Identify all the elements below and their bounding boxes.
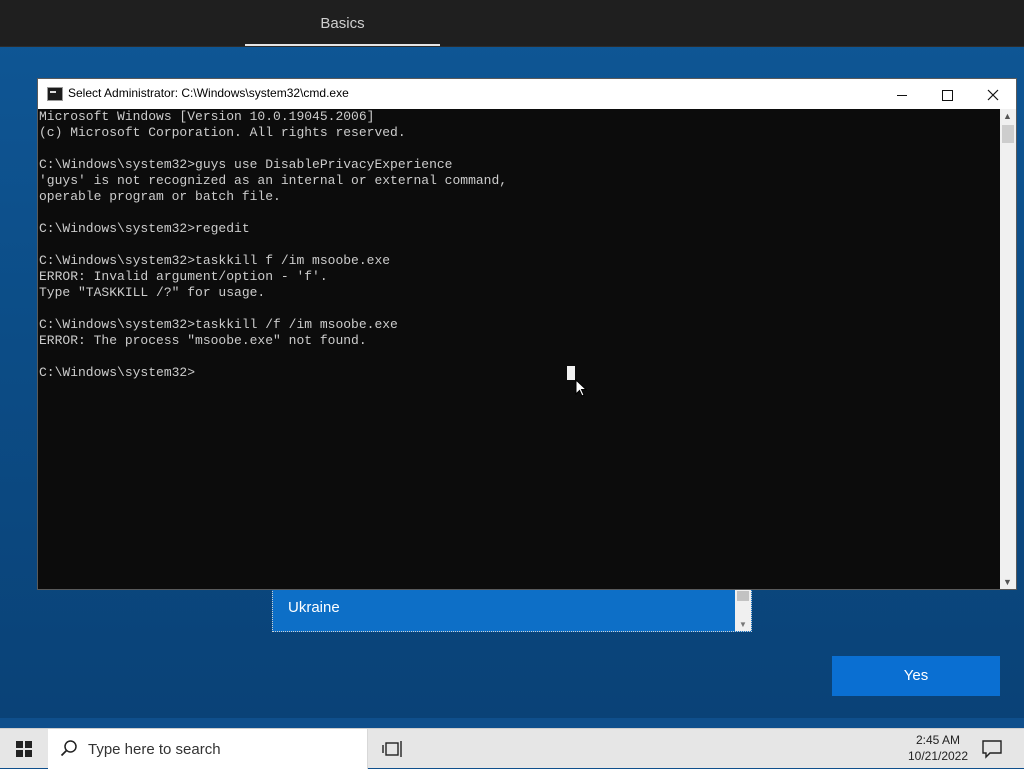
windows-logo-icon (16, 741, 32, 757)
maximize-icon (941, 89, 953, 101)
console-line: ERROR: Invalid argument/option - 'f'. (39, 269, 328, 284)
console-line: Type "TASKKILL /?" for usage. (39, 285, 266, 300)
search-box[interactable]: Type here to search (48, 729, 368, 769)
mouse-pointer-icon (575, 379, 587, 397)
console-line: ERROR: The process "msoobe.exe" not foun… (39, 333, 367, 348)
notification-icon[interactable] (980, 737, 1004, 761)
region-list-item-selected[interactable]: Ukraine (288, 599, 340, 616)
console-line: Microsoft Windows [Version 10.0.19045.20… (39, 109, 375, 124)
cmd-icon (47, 87, 63, 101)
close-icon (987, 89, 999, 101)
console-line: C:\Windows\system32>taskkill f /im msoob… (39, 253, 391, 268)
console-scroll-thumb[interactable] (1002, 125, 1014, 143)
console-line: (c) Microsoft Corporation. All rights re… (39, 125, 406, 140)
taskbar: Type here to search 2:45 AM 10/21/2022 (0, 728, 1024, 769)
chevron-down-icon[interactable]: ▼ (738, 621, 748, 629)
search-placeholder: Type here to search (88, 741, 221, 758)
region-list[interactable]: Ukraine ▼ (272, 588, 752, 632)
cmd-window[interactable]: Select Administrator: C:\Windows\system3… (38, 79, 1016, 589)
console-scrollbar[interactable]: ▲ ▼ (1000, 109, 1016, 589)
console-line: 'guys' is not recognized as an internal … (39, 173, 508, 188)
console-line: operable program or batch file. (39, 189, 281, 204)
yes-button[interactable]: Yes (832, 656, 1000, 696)
cmd-title-bar[interactable]: Select Administrator: C:\Windows\system3… (38, 79, 1016, 109)
clock[interactable]: 2:45 AM 10/21/2022 (900, 732, 976, 764)
console-output[interactable]: Microsoft Windows [Version 10.0.19045.20… (38, 109, 1000, 589)
oobe-top-bar: Basics (0, 0, 1024, 47)
close-button[interactable] (970, 79, 1016, 109)
clock-date: 10/21/2022 (907, 749, 969, 763)
minimize-button[interactable] (879, 79, 925, 109)
console-line: C:\Windows\system32> (39, 365, 196, 380)
console-line: C:\Windows\system32>regedit (39, 221, 250, 236)
chevron-down-icon[interactable]: ▼ (1003, 577, 1012, 587)
text-cursor (567, 366, 575, 380)
clock-time: 2:45 AM (915, 733, 961, 747)
region-scroll-thumb[interactable] (737, 591, 749, 601)
minimize-icon (897, 94, 907, 96)
task-view-icon[interactable] (380, 735, 408, 763)
cmd-window-title: Select Administrator: C:\Windows\system3… (68, 86, 349, 100)
maximize-button[interactable] (924, 79, 970, 109)
search-icon (60, 740, 77, 757)
chevron-up-icon[interactable]: ▲ (1003, 111, 1012, 121)
start-button[interactable] (0, 729, 48, 769)
region-list-scrollbar[interactable]: ▼ (735, 589, 751, 631)
tab-basics[interactable]: Basics (245, 0, 440, 46)
console-line: C:\Windows\system32>guys use DisablePriv… (39, 157, 453, 172)
console-line: C:\Windows\system32>taskkill /f /im msoo… (39, 317, 398, 332)
